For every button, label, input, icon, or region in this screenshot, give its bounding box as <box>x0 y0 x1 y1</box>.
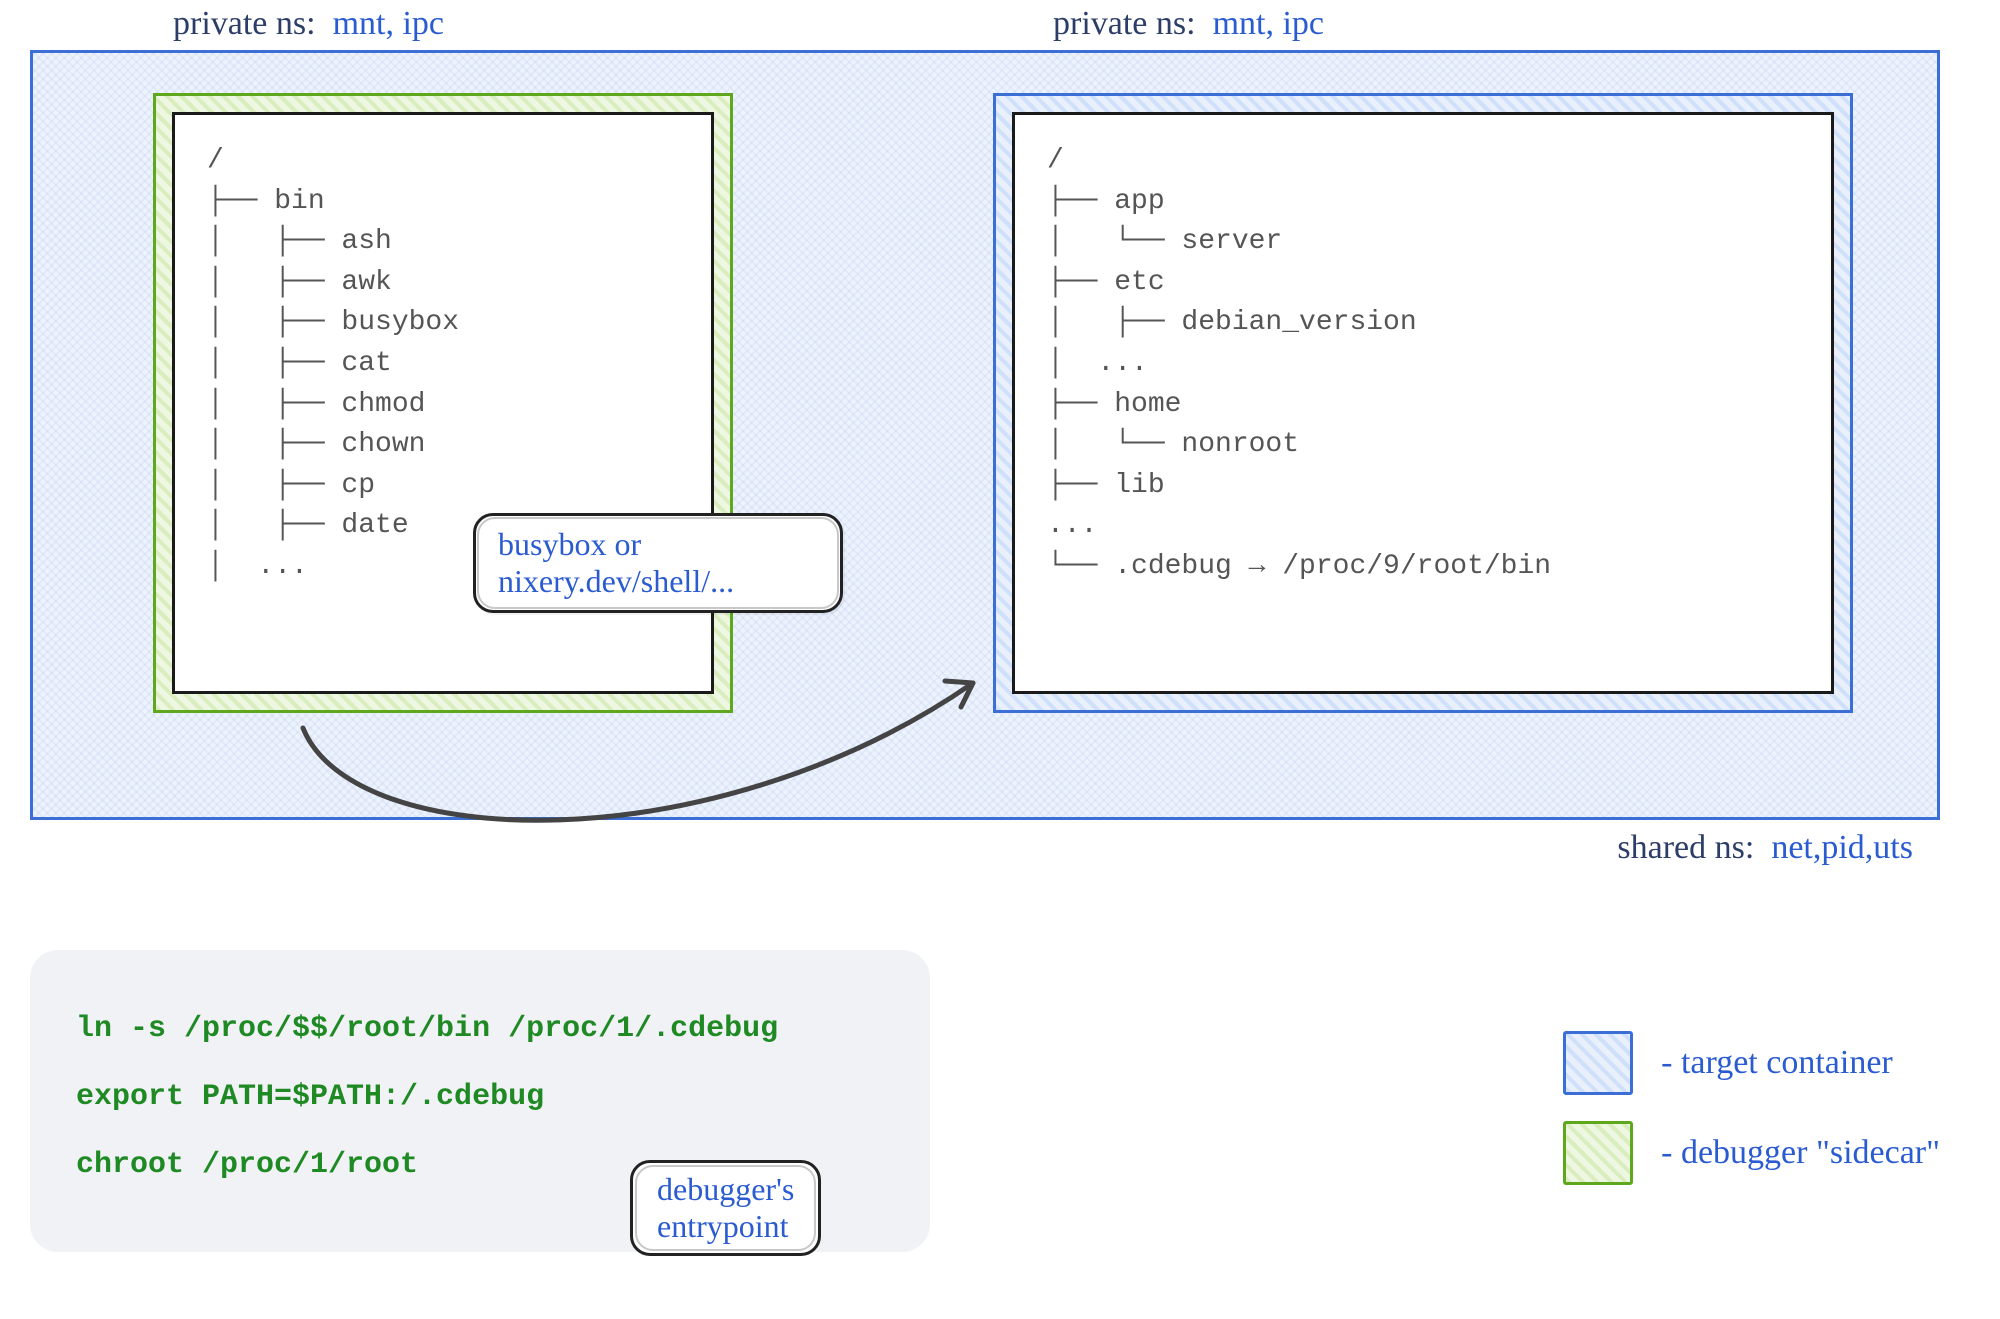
shared-ns-label: shared ns: net,pid,uts <box>1617 829 1913 867</box>
swatch-blue-icon <box>1563 1031 1633 1095</box>
tree-line: │ ├── chown <box>207 425 679 466</box>
tree-line: │ └── server <box>1047 222 1799 263</box>
tree-line: │ ├── ash <box>207 222 679 263</box>
tree-line: ... <box>1047 506 1799 547</box>
tree-line: │ ├── cat <box>207 344 679 385</box>
tree-line: │ ├── awk <box>207 263 679 304</box>
entrypoint-callout: debugger's entrypoint <box>630 1160 821 1256</box>
tree-line: │ ├── cp <box>207 466 679 507</box>
target-container-frame: / ├── app │ └── server ├── etc │ ├── deb… <box>993 93 1853 713</box>
tree-line: ├── etc <box>1047 263 1799 304</box>
tree-line: │ ├── debian_version <box>1047 303 1799 344</box>
tree-line: ├── bin <box>207 182 679 223</box>
tree-line: └── .cdebug → /proc/9/root/bin <box>1047 547 1799 588</box>
tree-line: │ └── nonroot <box>1047 425 1799 466</box>
sidecar-image-callout: busybox or nixery.dev/shell/... <box>473 513 843 613</box>
tree-line: ├── app <box>1047 182 1799 223</box>
sidecar-container-frame: / ├── bin │ ├── ash │ ├── awk │ ├── busy… <box>153 93 733 713</box>
tree-line: ├── lib <box>1047 466 1799 507</box>
legend: - target container - debugger "sidecar" <box>1563 1005 1940 1211</box>
target-filesystem-box: / ├── app │ └── server ├── etc │ ├── deb… <box>1012 112 1834 694</box>
tree-line: │ ├── chmod <box>207 385 679 426</box>
right-ns-label: private ns: mnt, ipc <box>1053 5 1324 43</box>
tree-line: ├── home <box>1047 385 1799 426</box>
shared-namespace-box: private ns: mnt, ipc private ns: mnt, ip… <box>30 50 1940 820</box>
tree-line: │ ├── busybox <box>207 303 679 344</box>
legend-target-row: - target container <box>1563 1031 1940 1095</box>
tree-line: │ ... <box>1047 344 1799 385</box>
tree-root: / <box>207 141 679 182</box>
tree-root: / <box>1047 141 1799 182</box>
code-line: ln -s /proc/$$/root/bin /proc/1/.cdebug <box>76 1012 884 1046</box>
left-ns-label: private ns: mnt, ipc <box>173 5 444 43</box>
swatch-green-icon <box>1563 1121 1633 1185</box>
code-line: export PATH=$PATH:/.cdebug <box>76 1080 884 1114</box>
legend-sidecar-row: - debugger "sidecar" <box>1563 1121 1940 1185</box>
